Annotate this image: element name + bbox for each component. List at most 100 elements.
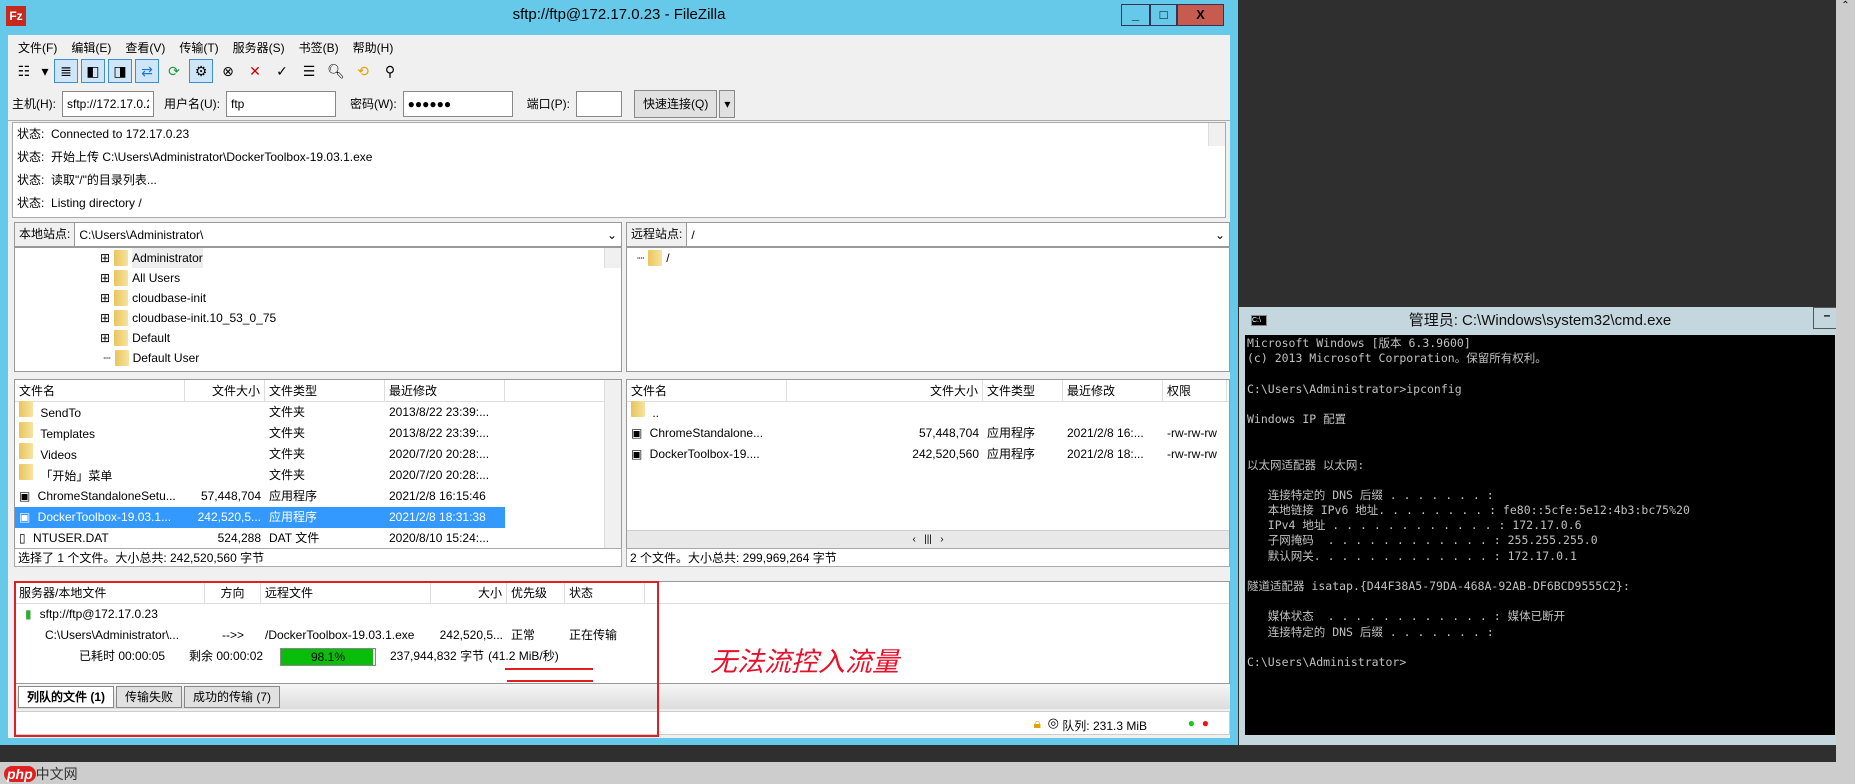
console-line: 连接特定的 DNS 后缀 . . . . . . . :	[1247, 487, 1494, 502]
message-log: 状态: Connected to 172.17.0.23 状态: 开始上传 C:…	[12, 122, 1226, 218]
toggle-log-icon[interactable]: ≣	[54, 59, 78, 83]
page-vertical-scrollbar[interactable]: ⌃	[1836, 0, 1855, 762]
tree-item[interactable]: ⊞ Administrator	[100, 248, 621, 268]
search-icon[interactable]: ⚲	[378, 59, 402, 83]
console-line: 以太网适配器 以太网:	[1247, 457, 1365, 472]
site-manager-icon[interactable]: ☷	[12, 59, 36, 83]
reconnect-icon[interactable]: ✓	[270, 59, 294, 83]
col-type[interactable]: 文件类型	[983, 380, 1063, 401]
console-line: C:\Users\Administrator>	[1247, 654, 1407, 669]
sync-browse-icon[interactable]: ⟲	[351, 59, 375, 83]
menu-file[interactable]: 文件(F)	[12, 35, 63, 57]
cmd-window: C:\ 管理员: C:\Windows\system32\cmd.exe – M…	[1239, 307, 1841, 745]
dropdown-arrow-icon[interactable]: ▾	[39, 59, 51, 83]
menu-view[interactable]: 查看(V)	[119, 35, 171, 57]
file-row[interactable]: ▯ NTUSER.DAT 524,288 DAT 文件 2020/8/10 15:24…	[15, 528, 621, 549]
remote-status: 2 个文件。大小总共: 299,969,264 字节	[626, 548, 1230, 567]
annotation-box	[14, 581, 659, 737]
user-label: 用户名(U):	[164, 97, 220, 111]
page-horizontal-scrollbar[interactable]: php 中文网	[0, 762, 1855, 784]
local-path-input[interactable]: C:\Users\Administrator\	[75, 228, 607, 242]
log-line: 状态: Connected to 172.17.0.23	[17, 127, 190, 141]
file-row[interactable]: ▣ DockerToolbox-19.... 242,520,560 应用程序 202…	[627, 444, 1229, 465]
remote-path-input[interactable]: /	[687, 228, 1215, 242]
username-input[interactable]	[226, 90, 336, 117]
chevron-down-icon[interactable]: ⌄	[1215, 228, 1229, 242]
tree-scrollbar[interactable]	[604, 248, 621, 268]
host-input[interactable]	[62, 90, 154, 117]
console-line: 隧道适配器 isatap.{D44F38A5-79DA-468A-92AB-DF…	[1247, 579, 1630, 593]
chevron-down-icon[interactable]: ⌄	[607, 228, 621, 242]
send-indicator-icon: ●	[1201, 716, 1209, 730]
toggle-local-tree-icon[interactable]: ◧	[81, 59, 105, 83]
file-row[interactable]: Videos 文件夹 2020/7/20 20:28:...	[15, 443, 621, 465]
tree-item[interactable]: ⊞ cloudbase-init.10_53_0_75	[100, 308, 621, 328]
lock-icon: 🔒︎	[1033, 715, 1041, 731]
file-row[interactable]: Templates 文件夹 2013/8/22 23:39:...	[15, 422, 621, 444]
tree-item[interactable]: ┈ /	[637, 248, 1229, 268]
refresh-icon[interactable]: ⟳	[162, 59, 186, 83]
window-title: sftp://ftp@172.17.0.23 - FileZilla	[512, 6, 726, 23]
col-size[interactable]: 文件大小	[787, 380, 983, 401]
password-input[interactable]	[402, 90, 513, 117]
filter-icon[interactable]: ☰	[297, 59, 321, 83]
file-row[interactable]: 「开始」菜单 文件夹 2020/7/20 20:28:...	[15, 464, 621, 486]
minimize-button[interactable]: _	[1121, 4, 1150, 26]
compare-icon[interactable]: 🔍︎	[324, 59, 348, 83]
receive-indicator-icon: ●	[1187, 716, 1195, 730]
console-line: 媒体状态 . . . . . . . . . . . . : 媒体已断开	[1247, 609, 1566, 624]
col-permissions[interactable]: 权限	[1163, 380, 1227, 401]
remote-file-list: 文件名 文件大小 文件类型 最近修改 权限 .. ▣ ChromeStandal…	[626, 379, 1230, 549]
close-button[interactable]: X	[1177, 4, 1224, 26]
col-modified[interactable]: 最近修改	[385, 380, 505, 401]
cancel-icon[interactable]: ⊗	[216, 59, 240, 83]
disconnect-icon[interactable]: ✕	[243, 59, 267, 83]
file-row[interactable]: ▣ ChromeStandalone... 57,448,704 应用程序 2021/…	[627, 423, 1229, 444]
console-line: Microsoft Windows [版本 6.3.9600]	[1247, 336, 1471, 350]
toggle-remote-tree-icon[interactable]: ◨	[108, 59, 132, 83]
quickconnect-button[interactable]: 快速连接(Q)	[634, 89, 718, 118]
log-scrollbar[interactable]	[1208, 123, 1225, 146]
file-row-selected[interactable]: ▣ DockerToolbox-19.03.1... 242,520,5... 应用…	[15, 507, 505, 528]
col-name[interactable]: 文件名	[627, 380, 787, 401]
process-queue-icon[interactable]: ⚙	[189, 59, 213, 83]
port-input[interactable]	[576, 90, 622, 117]
console-line: 连接特定的 DNS 后缀 . . . . . . . :	[1247, 624, 1494, 639]
menu-bookmarks[interactable]: 书签(B)	[293, 35, 345, 57]
console-line: C:\Users\Administrator>ipconfig	[1247, 381, 1462, 396]
horizontal-scrollbar[interactable]: ‹ ||| ›	[627, 530, 1229, 548]
maximize-button[interactable]: □	[1150, 4, 1177, 26]
col-name[interactable]: 文件名	[15, 380, 185, 401]
tree-item[interactable]: ⊞ Default	[100, 328, 621, 348]
menu-transfer[interactable]: 传输(T)	[173, 35, 224, 57]
col-type[interactable]: 文件类型	[265, 380, 385, 401]
menu-server[interactable]: 服务器(S)	[227, 35, 291, 57]
console-line: Windows IP 配置	[1247, 411, 1347, 426]
speed-limit-icon[interactable]: ◎	[1048, 715, 1059, 731]
col-modified[interactable]: 最近修改	[1063, 380, 1163, 401]
tree-item[interactable]: ⊞ All Users	[100, 268, 621, 288]
log-line: 状态: 开始上传 C:\Users\Administrator\DockerTo…	[17, 150, 373, 164]
file-row[interactable]: SendTo 文件夹 2013/8/22 23:39:...	[15, 401, 621, 423]
remote-tree: ┈ /	[626, 247, 1230, 372]
console-line: (c) 2013 Microsoft Corporation。保留所有权利。	[1247, 351, 1547, 366]
toolbar: ☷ ▾ ≣ ◧ ◨ ⇄ ⟳ ⚙ ⊗ ✕ ✓ ☰ 🔍︎ ⟲ ⚲	[12, 57, 402, 85]
toggle-queue-icon[interactable]: ⇄	[135, 59, 159, 83]
quickconnect-dropdown-icon[interactable]: ▾	[719, 89, 736, 118]
tree-item[interactable]: ┈ Default User	[100, 348, 621, 368]
file-list-scrollbar[interactable]	[604, 380, 621, 548]
tree-item[interactable]: ⊞ cloudbase-init	[100, 288, 621, 308]
file-row[interactable]: ▣ ChromeStandaloneSetu... 57,448,704 应用程序 2…	[15, 486, 621, 507]
menu-help[interactable]: 帮助(H)	[347, 35, 400, 57]
menu-bar: 文件(F) 编辑(E) 查看(V) 传输(T) 服务器(S) 书签(B) 帮助(…	[8, 35, 399, 57]
cmd-icon: C:\	[1251, 315, 1267, 326]
local-tree: ⊞ Administrator ⊞ All Users ⊞ cloudbase-ini…	[14, 247, 622, 372]
cmd-console[interactable]: Microsoft Windows [版本 6.3.9600] (c) 2013 …	[1245, 335, 1835, 735]
menu-edit[interactable]: 编辑(E)	[65, 35, 117, 57]
log-line: 状态: Listing directory /	[17, 196, 142, 210]
file-row[interactable]: ..	[627, 401, 1229, 423]
col-size[interactable]: 文件大小	[185, 380, 265, 401]
